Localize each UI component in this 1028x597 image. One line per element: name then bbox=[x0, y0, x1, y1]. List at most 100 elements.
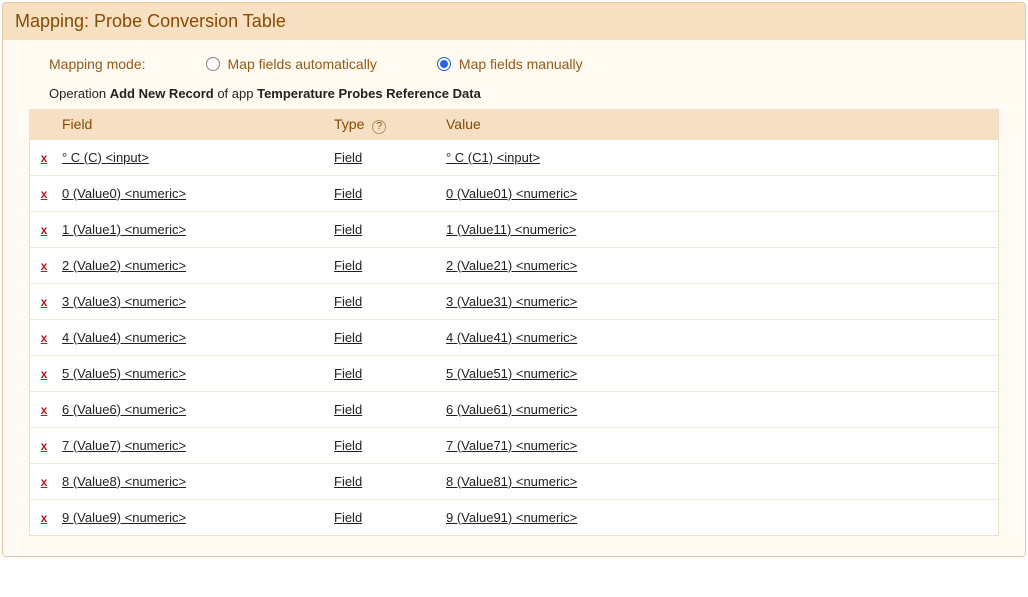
delete-row-button[interactable]: x bbox=[41, 439, 48, 453]
type-link[interactable]: Field bbox=[334, 258, 362, 273]
type-cell: Field bbox=[334, 510, 444, 525]
value-link[interactable]: 6 (Value61) <numeric> bbox=[446, 402, 577, 417]
value-cell: 1 (Value11) <numeric> bbox=[444, 222, 998, 237]
field-link[interactable]: 8 (Value8) <numeric> bbox=[62, 474, 186, 489]
col-type-header-text: Type bbox=[334, 116, 364, 132]
field-cell: 2 (Value2) <numeric> bbox=[58, 258, 334, 273]
type-link[interactable]: Field bbox=[334, 510, 362, 525]
value-cell: 0 (Value01) <numeric> bbox=[444, 186, 998, 201]
value-link[interactable]: 8 (Value81) <numeric> bbox=[446, 474, 577, 489]
type-cell: Field bbox=[334, 402, 444, 417]
delete-cell: x bbox=[30, 294, 58, 309]
delete-cell: x bbox=[30, 366, 58, 381]
field-link[interactable]: ° C (C) <input> bbox=[62, 150, 149, 165]
value-link[interactable]: 3 (Value31) <numeric> bbox=[446, 294, 577, 309]
type-link[interactable]: Field bbox=[334, 186, 362, 201]
value-link[interactable]: 7 (Value71) <numeric> bbox=[446, 438, 577, 453]
mapping-table: Field Type ? Value x ° C (C) <input> Field… bbox=[29, 109, 999, 536]
value-link[interactable]: 4 (Value41) <numeric> bbox=[446, 330, 577, 345]
value-link[interactable]: 2 (Value21) <numeric> bbox=[446, 258, 577, 273]
value-link[interactable]: 0 (Value01) <numeric> bbox=[446, 186, 577, 201]
value-link[interactable]: 9 (Value91) <numeric> bbox=[446, 510, 577, 525]
value-link[interactable]: 1 (Value11) <numeric> bbox=[446, 222, 576, 237]
delete-row-button[interactable]: x bbox=[41, 187, 48, 201]
delete-row-button[interactable]: x bbox=[41, 475, 48, 489]
radio-auto[interactable]: Map fields automatically bbox=[206, 56, 377, 72]
panel-body: Mapping mode: Map fields automatically M… bbox=[3, 40, 1025, 556]
delete-row-button[interactable]: x bbox=[41, 223, 48, 237]
col-field-header: Field bbox=[58, 116, 334, 134]
delete-row-button[interactable]: x bbox=[41, 259, 48, 273]
radio-manual[interactable]: Map fields manually bbox=[437, 56, 583, 72]
field-link[interactable]: 0 (Value0) <numeric> bbox=[62, 186, 186, 201]
operation-line: Operation Add New Record of app Temperat… bbox=[29, 84, 999, 109]
type-cell: Field bbox=[334, 222, 444, 237]
delete-cell: x bbox=[30, 402, 58, 417]
table-row: x 3 (Value3) <numeric> Field 3 (Value31) <n… bbox=[30, 283, 998, 319]
value-cell: 4 (Value41) <numeric> bbox=[444, 330, 998, 345]
field-cell: 3 (Value3) <numeric> bbox=[58, 294, 334, 309]
type-cell: Field bbox=[334, 258, 444, 273]
col-delete-header bbox=[30, 116, 58, 134]
operation-middle: of app bbox=[214, 86, 257, 101]
field-cell: 1 (Value1) <numeric> bbox=[58, 222, 334, 237]
table-row: x ° C (C) <input> Field ° C (C1) <input> bbox=[30, 140, 998, 175]
field-link[interactable]: 4 (Value4) <numeric> bbox=[62, 330, 186, 345]
field-link[interactable]: 9 (Value9) <numeric> bbox=[62, 510, 186, 525]
type-link[interactable]: Field bbox=[334, 294, 362, 309]
delete-cell: x bbox=[30, 510, 58, 525]
delete-cell: x bbox=[30, 330, 58, 345]
type-cell: Field bbox=[334, 474, 444, 489]
mapping-panel: Mapping: Probe Conversion Table Mapping … bbox=[2, 2, 1026, 557]
type-link[interactable]: Field bbox=[334, 330, 362, 345]
field-cell: 9 (Value9) <numeric> bbox=[58, 510, 334, 525]
field-cell: ° C (C) <input> bbox=[58, 150, 334, 165]
delete-row-button[interactable]: x bbox=[41, 511, 48, 525]
type-link[interactable]: Field bbox=[334, 402, 362, 417]
field-cell: 6 (Value6) <numeric> bbox=[58, 402, 334, 417]
table-header: Field Type ? Value bbox=[30, 110, 998, 140]
value-link[interactable]: 5 (Value51) <numeric> bbox=[446, 366, 577, 381]
radio-icon bbox=[206, 57, 220, 71]
field-link[interactable]: 5 (Value5) <numeric> bbox=[62, 366, 186, 381]
value-cell: 8 (Value81) <numeric> bbox=[444, 474, 998, 489]
type-link[interactable]: Field bbox=[334, 150, 362, 165]
delete-cell: x bbox=[30, 222, 58, 237]
radio-icon bbox=[437, 57, 451, 71]
delete-row-button[interactable]: x bbox=[41, 295, 48, 309]
field-link[interactable]: 3 (Value3) <numeric> bbox=[62, 294, 186, 309]
field-link[interactable]: 7 (Value7) <numeric> bbox=[62, 438, 186, 453]
field-link[interactable]: 1 (Value1) <numeric> bbox=[62, 222, 186, 237]
field-cell: 4 (Value4) <numeric> bbox=[58, 330, 334, 345]
radio-auto-label: Map fields automatically bbox=[228, 56, 377, 72]
field-link[interactable]: 2 (Value2) <numeric> bbox=[62, 258, 186, 273]
mapping-mode-label: Mapping mode: bbox=[49, 56, 146, 72]
type-link[interactable]: Field bbox=[334, 474, 362, 489]
delete-row-button[interactable]: x bbox=[41, 367, 48, 381]
value-cell: 3 (Value31) <numeric> bbox=[444, 294, 998, 309]
delete-cell: x bbox=[30, 438, 58, 453]
type-link[interactable]: Field bbox=[334, 438, 362, 453]
operation-action: Add New Record bbox=[110, 86, 214, 101]
radio-dot-icon bbox=[440, 60, 448, 68]
type-link[interactable]: Field bbox=[334, 366, 362, 381]
delete-row-button[interactable]: x bbox=[41, 331, 48, 345]
delete-cell: x bbox=[30, 474, 58, 489]
delete-row-button[interactable]: x bbox=[41, 403, 48, 417]
field-link[interactable]: 6 (Value6) <numeric> bbox=[62, 402, 186, 417]
value-cell: 2 (Value21) <numeric> bbox=[444, 258, 998, 273]
field-cell: 0 (Value0) <numeric> bbox=[58, 186, 334, 201]
value-cell: 7 (Value71) <numeric> bbox=[444, 438, 998, 453]
value-cell: 9 (Value91) <numeric> bbox=[444, 510, 998, 525]
help-icon[interactable]: ? bbox=[372, 120, 386, 134]
type-cell: Field bbox=[334, 366, 444, 381]
value-link[interactable]: ° C (C1) <input> bbox=[446, 150, 540, 165]
delete-cell: x bbox=[30, 258, 58, 273]
field-cell: 7 (Value7) <numeric> bbox=[58, 438, 334, 453]
mapping-mode-row: Mapping mode: Map fields automatically M… bbox=[29, 50, 999, 84]
table-row: x 2 (Value2) <numeric> Field 2 (Value21) <n… bbox=[30, 247, 998, 283]
delete-row-button[interactable]: x bbox=[41, 151, 48, 165]
value-cell: 6 (Value61) <numeric> bbox=[444, 402, 998, 417]
type-link[interactable]: Field bbox=[334, 222, 362, 237]
type-cell: Field bbox=[334, 186, 444, 201]
